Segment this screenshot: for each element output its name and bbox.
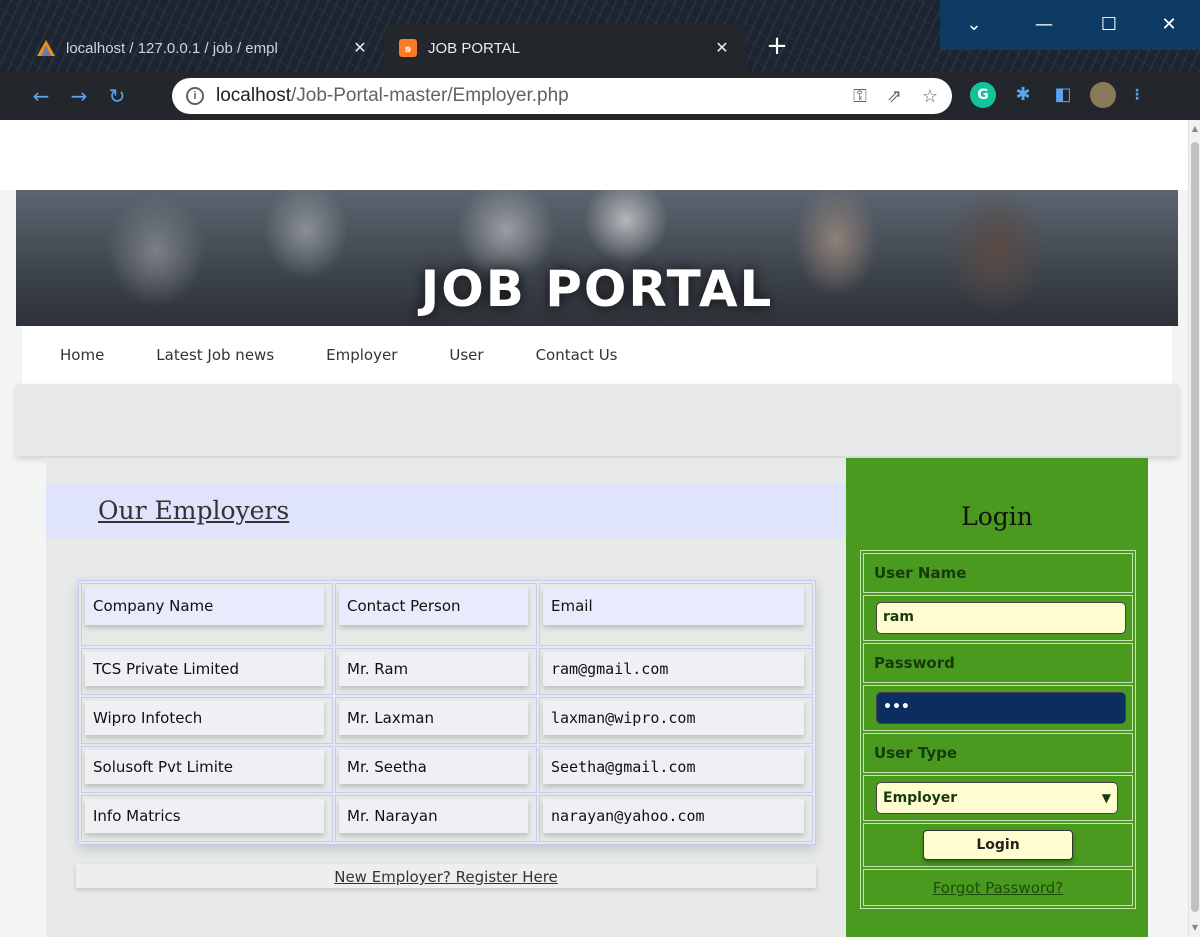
column-header: Company Name xyxy=(85,587,324,625)
email: Seetha@gmail.com xyxy=(543,750,804,784)
login-panel: Login User Name ram Password ••• User Ty… xyxy=(846,458,1148,937)
menu-band xyxy=(16,384,1178,456)
company-name: TCS Private Limited xyxy=(85,652,324,686)
page-top-spacer xyxy=(0,120,1188,190)
company-name: Solusoft Pvt Limite xyxy=(85,750,324,784)
username-field[interactable]: ram xyxy=(876,602,1126,634)
page-scrollbar[interactable]: ▲ ▼ xyxy=(1188,120,1200,937)
menu-item-home[interactable]: Home xyxy=(60,346,104,364)
main-menu: Home Latest Job news Employer User Conta… xyxy=(22,326,1172,384)
browser-tab-phpmyadmin[interactable]: localhost / 127.0.0.1 / job / empl ✕ xyxy=(22,24,384,72)
close-icon[interactable]: ✕ xyxy=(350,38,370,58)
page-viewport: JOB PORTAL Home Latest Job news Employer… xyxy=(0,120,1200,937)
menu-item-contact-us[interactable]: Contact Us xyxy=(536,346,618,364)
extensions-puzzle-icon[interactable]: ✱ xyxy=(1010,82,1036,108)
scroll-up-icon[interactable]: ▲ xyxy=(1191,124,1199,134)
minimize-icon[interactable]: — xyxy=(1008,0,1080,50)
email: narayan@yahoo.com xyxy=(543,799,804,833)
company-name: Info Matrics xyxy=(85,799,324,833)
register-bar: New Employer? Register Here xyxy=(76,864,816,888)
forgot-password-link[interactable]: Forgot Password? xyxy=(933,879,1064,897)
new-tab-button[interactable]: + xyxy=(760,30,794,64)
table-row: Solusoft Pvt Limite Mr. Seetha Seetha@gm… xyxy=(81,746,813,793)
close-window-icon[interactable]: ✕ xyxy=(1138,0,1200,50)
table-row: Info Matrics Mr. Narayan narayan@yahoo.c… xyxy=(81,795,813,842)
scroll-down-icon[interactable]: ▼ xyxy=(1191,923,1199,933)
browser-tab-job-portal[interactable]: ꞩ JOB PORTAL ✕ xyxy=(384,24,746,72)
email: laxman@wipro.com xyxy=(543,701,804,735)
chevron-down-icon: ▼ xyxy=(1101,791,1111,805)
table-header-row: Company Name Contact Person Email xyxy=(81,583,813,646)
menu-item-employer[interactable]: Employer xyxy=(326,346,397,364)
contact-person: Mr. Ram xyxy=(339,652,528,686)
table-row: Wipro Infotech Mr. Laxman laxman@wipro.c… xyxy=(81,697,813,744)
forward-arrow-icon[interactable]: → xyxy=(60,77,98,115)
page-title: Our Employers xyxy=(98,496,290,525)
site-title: JOB PORTAL xyxy=(420,260,774,318)
url-host: localhost xyxy=(216,85,291,106)
browser-toolbar: ← → ↻ i localhost/Job-Portal-master/Empl… xyxy=(0,72,1200,120)
header-banner: JOB PORTAL xyxy=(16,190,1178,326)
tab-title: localhost / 127.0.0.1 / job / empl xyxy=(66,39,278,57)
close-icon[interactable]: ✕ xyxy=(712,38,732,58)
company-name: Wipro Infotech xyxy=(85,701,324,735)
star-icon[interactable]: ☆ xyxy=(922,86,938,107)
usertype-label: User Type xyxy=(874,744,958,762)
password-field[interactable]: ••• xyxy=(876,692,1126,724)
username-label: User Name xyxy=(874,564,967,582)
tab-title: JOB PORTAL xyxy=(428,39,520,57)
profile-avatar[interactable] xyxy=(1090,82,1116,108)
scroll-thumb[interactable] xyxy=(1191,142,1199,912)
email: ram@gmail.com xyxy=(543,652,804,686)
contact-person: Mr. Narayan xyxy=(339,799,528,833)
svg-text:ꞩ: ꞩ xyxy=(404,44,412,55)
address-bar[interactable]: i localhost/Job-Portal-master/Employer.p… xyxy=(172,78,952,114)
url-path: /Job-Portal-master/Employer.php xyxy=(291,85,569,106)
table-row: TCS Private Limited Mr. Ram ram@gmail.co… xyxy=(81,648,813,695)
reload-icon[interactable]: ↻ xyxy=(98,77,136,115)
phpmyadmin-icon xyxy=(36,38,56,58)
employers-content: Our Employers Company Name Contact Perso… xyxy=(46,458,846,937)
key-icon[interactable]: ⚿ xyxy=(853,86,867,107)
browser-tab-strip: localhost / 127.0.0.1 / job / empl ✕ ꞩ J… xyxy=(0,0,1200,72)
usertype-value: Employer xyxy=(883,790,958,806)
login-title: Login xyxy=(961,502,1033,531)
maximize-icon[interactable]: ☐ xyxy=(1080,0,1138,50)
column-header: Contact Person xyxy=(339,587,528,625)
contact-person: Mr. Laxman xyxy=(339,701,528,735)
column-header: Email xyxy=(543,587,804,625)
menu-item-latest-job-news[interactable]: Latest Job news xyxy=(156,346,274,364)
menu-item-user[interactable]: User xyxy=(449,346,483,364)
password-label: Password xyxy=(874,654,955,672)
tab-search-icon[interactable]: ⌄ xyxy=(940,0,1008,50)
menu-kebab-icon[interactable]: ⋮ xyxy=(1130,82,1144,108)
usertype-select[interactable]: Employer ▼ xyxy=(876,782,1118,814)
register-employer-link[interactable]: New Employer? Register Here xyxy=(334,868,558,886)
grammarly-icon[interactable]: G xyxy=(970,82,996,108)
share-icon[interactable]: ⇗ xyxy=(887,86,902,107)
info-icon[interactable]: i xyxy=(186,87,204,105)
side-panel-icon[interactable]: ◧ xyxy=(1050,82,1076,108)
login-form: User Name ram Password ••• User Type Emp… xyxy=(860,550,1136,909)
employers-table: Company Name Contact Person Email TCS Pr… xyxy=(78,580,816,845)
contact-person: Mr. Seetha xyxy=(339,750,528,784)
section-header: Our Employers xyxy=(46,484,846,538)
xampp-icon: ꞩ xyxy=(398,38,418,58)
back-arrow-icon[interactable]: ← xyxy=(22,77,60,115)
login-button[interactable]: Login xyxy=(923,830,1073,860)
